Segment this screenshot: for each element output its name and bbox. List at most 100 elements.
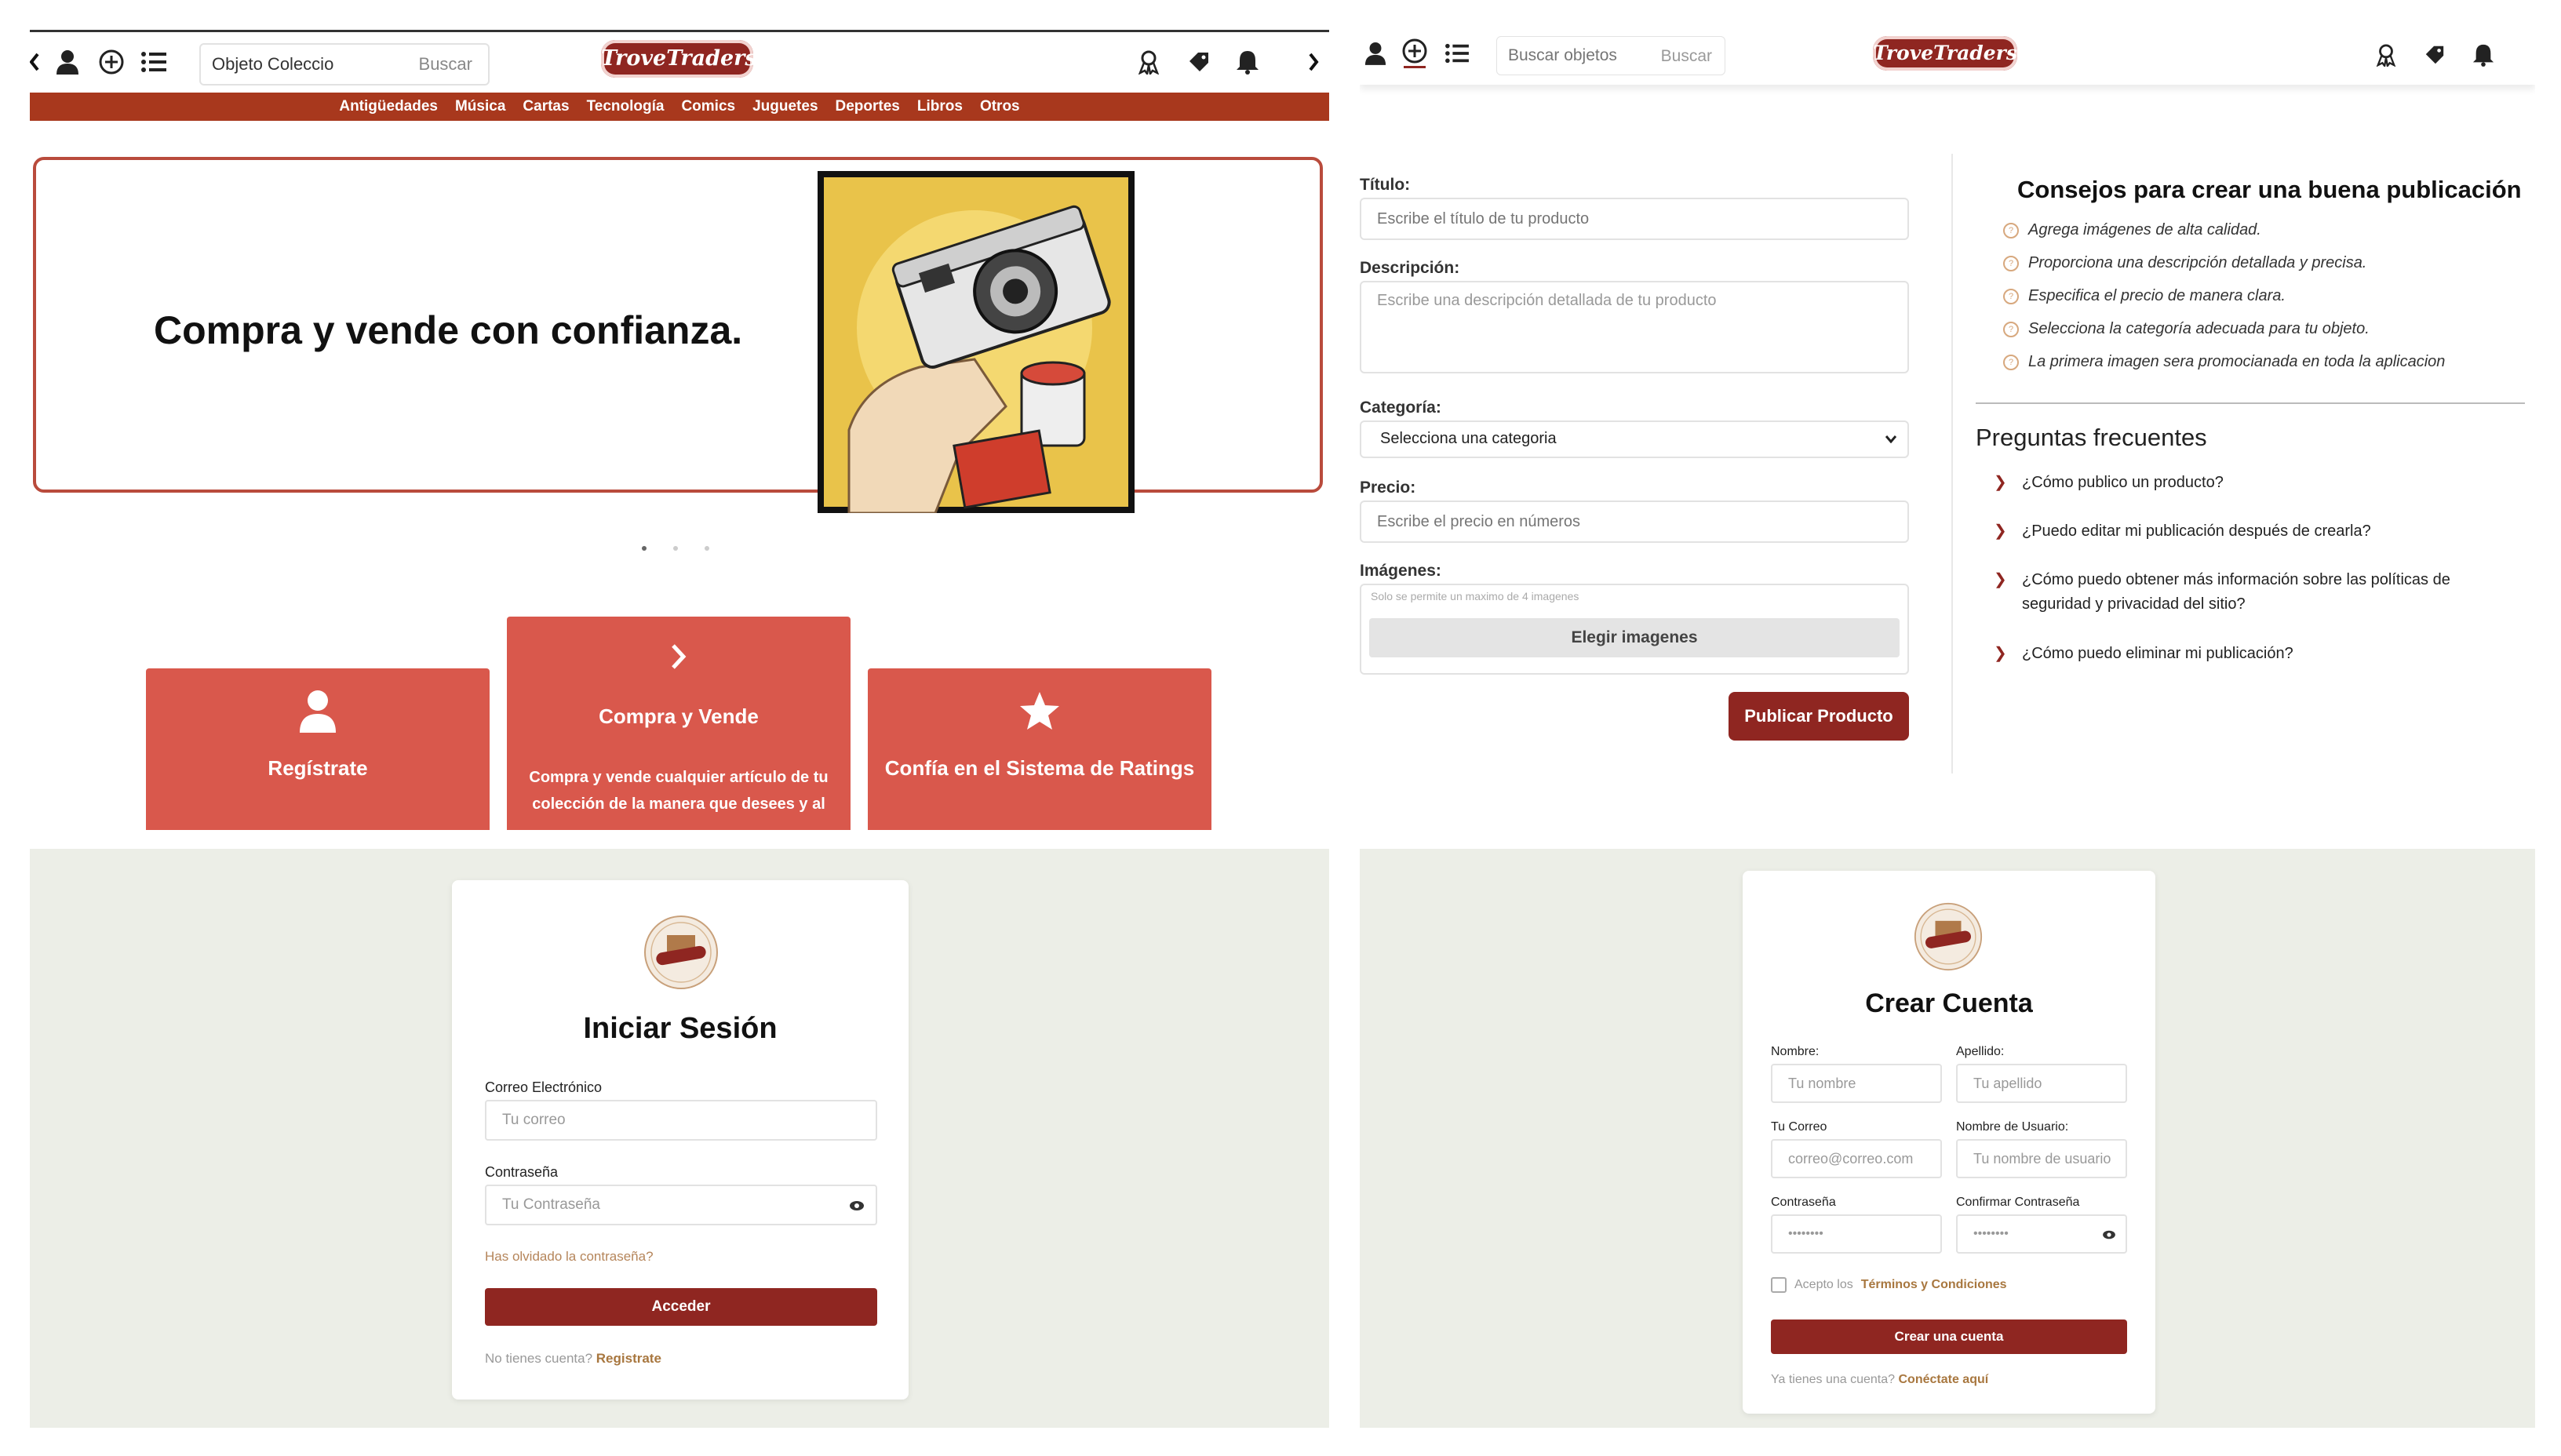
ribbon-icon[interactable]	[1133, 46, 1164, 78]
carousel-dot[interactable]	[673, 546, 678, 551]
faq-item[interactable]: ❯ ¿Cómo publico un producto?	[1994, 471, 2496, 495]
category-link[interactable]: Música	[455, 98, 505, 115]
email-label: Correo Electrónico	[485, 1079, 603, 1095]
publish-screen: Buscar TroveTraders Título: Descripción:…	[1360, 22, 2535, 830]
faq-item[interactable]: ❯ ¿Cómo puedo eliminar mi publicación?	[1994, 642, 2496, 666]
email-input[interactable]: Tu correo	[485, 1100, 877, 1141]
confirm-password-label: Confirmar Contraseña	[1956, 1196, 2080, 1209]
search-button[interactable]: Buscar	[1661, 47, 1712, 66]
title-input[interactable]	[1360, 198, 1909, 240]
faq-question: ¿Puedo editar mi publicación después de …	[2022, 522, 2371, 540]
add-circle-icon[interactable]	[1399, 38, 1430, 69]
eye-icon[interactable]	[2102, 1229, 2116, 1240]
last-name-label: Apellido:	[1956, 1045, 2005, 1058]
add-circle-icon[interactable]	[96, 46, 127, 78]
ribbon-icon[interactable]	[2370, 39, 2402, 71]
chevron-down-icon: ❯	[1994, 571, 2007, 588]
feature-card-register[interactable]: Regístrate	[146, 668, 490, 830]
info-icon: ?	[2003, 321, 2019, 337]
brand-logo[interactable]: TroveTraders	[601, 40, 757, 78]
price-input[interactable]	[1360, 500, 1909, 543]
search-button[interactable]: Buscar	[419, 54, 472, 75]
images-hint: Solo se permite un maximo de 4 imagenes	[1371, 590, 1579, 602]
email-input[interactable]: correo@correo.com	[1771, 1139, 1942, 1178]
forgot-password-link[interactable]: Has olvidado la contraseña?	[485, 1249, 654, 1265]
feature-card-buy-sell[interactable]: Compra y Vende Compra y vende cualquier …	[507, 617, 851, 830]
category-link[interactable]: Comics	[681, 98, 735, 115]
category-select-value: Selecciona una categoria	[1380, 430, 1557, 447]
images-upload-box: Solo se permite un maximo de 4 imagenes …	[1360, 584, 1909, 675]
category-link[interactable]: Otros	[980, 98, 1020, 115]
chevron-down-icon: ❯	[1994, 645, 2007, 662]
star-icon	[1020, 692, 1059, 730]
tag-icon[interactable]	[1183, 46, 1215, 78]
chevron-down-icon	[1885, 435, 1896, 443]
eye-icon[interactable]	[849, 1199, 865, 1212]
publish-button[interactable]: Publicar Producto	[1729, 692, 1909, 741]
last-name-input[interactable]: Tu apellido	[1956, 1064, 2127, 1103]
terms-link[interactable]: Términos y Condiciones	[1861, 1278, 2007, 1292]
hero-camera-image	[818, 171, 1135, 513]
choose-images-button[interactable]: Elegir imagenes	[1369, 618, 1900, 657]
brand-logo[interactable]: TroveTraders	[1873, 36, 2017, 71]
register-link[interactable]: Registrate	[596, 1351, 661, 1366]
category-link[interactable]: Deportes	[836, 98, 900, 115]
category-link[interactable]: Libros	[917, 98, 963, 115]
have-account-text: Ya tienes una cuenta?	[1771, 1373, 1896, 1386]
tip-text: Selecciona la categoría adecuada para tu…	[2028, 320, 2370, 337]
username-input[interactable]: Tu nombre de usuario	[1956, 1139, 2127, 1178]
terms-row: Acepto los Términos y Condiciones	[1771, 1277, 2007, 1293]
confirm-password-input[interactable]: ••••••••	[1956, 1214, 2127, 1254]
create-account-button[interactable]: Crear una cuenta	[1771, 1320, 2127, 1354]
tips-title: Consejos para crear una buena publicació…	[2017, 176, 2522, 203]
tip-item: ? Agrega imágenes de alta calidad.	[2003, 221, 2261, 239]
carousel-dots	[642, 546, 709, 551]
search-input[interactable]	[210, 49, 370, 79]
first-name-input[interactable]: Tu nombre	[1771, 1064, 1942, 1103]
user-icon[interactable]	[52, 46, 83, 78]
feature-title: Regístrate	[268, 756, 368, 780]
signup-card: Crear Cuenta Nombre: Tu nombre Apellido:…	[1743, 871, 2155, 1414]
carousel-dot[interactable]	[705, 546, 709, 551]
login-link[interactable]: Conéctate aquí	[1899, 1373, 1989, 1386]
terms-checkbox[interactable]	[1771, 1277, 1787, 1293]
username-label: Nombre de Usuario:	[1956, 1120, 2069, 1134]
category-link[interactable]: Cartas	[523, 98, 569, 115]
chevron-right-icon[interactable]	[1298, 46, 1329, 78]
faq-item[interactable]: ❯ ¿Cómo puedo obtener más información sob…	[1994, 568, 2496, 617]
faq-item[interactable]: ❯ ¿Puedo editar mi publicación después de…	[1994, 519, 2496, 544]
login-button[interactable]: Acceder	[485, 1288, 877, 1326]
category-link[interactable]: Antigüedades	[339, 98, 438, 115]
category-link[interactable]: Juguetes	[752, 98, 818, 115]
feature-card-ratings[interactable]: Confía en el Sistema de Ratings	[868, 668, 1211, 830]
password-input[interactable]: Tu Contraseña	[485, 1185, 877, 1225]
list-icon[interactable]	[1441, 38, 1473, 69]
tip-item: ? Selecciona la categoría adecuada para t…	[2003, 320, 2370, 338]
chevron-left-icon[interactable]	[30, 46, 50, 78]
carousel-dot[interactable]	[642, 546, 647, 551]
feature-description: Compra y vende cualquier artículo de tu …	[529, 769, 829, 813]
tag-icon[interactable]	[2419, 39, 2450, 71]
register-prompt: No tienes cuenta? Registrate	[485, 1351, 661, 1367]
user-icon	[300, 690, 336, 733]
bell-icon[interactable]	[1232, 46, 1263, 78]
tip-item: ? Proporciona una descripción detallada y…	[2003, 254, 2366, 272]
chevron-down-icon: ❯	[1994, 522, 2007, 540]
no-account-text: No tienes cuenta?	[485, 1351, 593, 1366]
feature-title: Confía en el Sistema de Ratings	[884, 756, 1195, 780]
description-textarea[interactable]: Escribe una descripción detallada de tu …	[1360, 281, 1909, 373]
category-link[interactable]: Tecnología	[587, 98, 665, 115]
bell-icon[interactable]	[2468, 39, 2499, 71]
password-input[interactable]: ••••••••	[1771, 1214, 1942, 1254]
user-icon[interactable]	[1360, 38, 1391, 69]
search-box: Buscar	[199, 43, 490, 86]
signup-title: Crear Cuenta	[1865, 988, 2033, 1018]
search-input[interactable]	[1506, 43, 1635, 68]
category-select[interactable]: Selecciona una categoria	[1360, 420, 1909, 458]
list-icon[interactable]	[138, 46, 169, 78]
section-divider	[1976, 402, 2525, 404]
accept-text: Acepto los	[1794, 1278, 1853, 1291]
login-prompt: Ya tienes una cuenta? Conéctate aquí	[1771, 1373, 1988, 1387]
info-icon: ?	[2003, 288, 2019, 304]
hero-banner[interactable]: Compra y vende con confianza.	[33, 157, 1323, 513]
